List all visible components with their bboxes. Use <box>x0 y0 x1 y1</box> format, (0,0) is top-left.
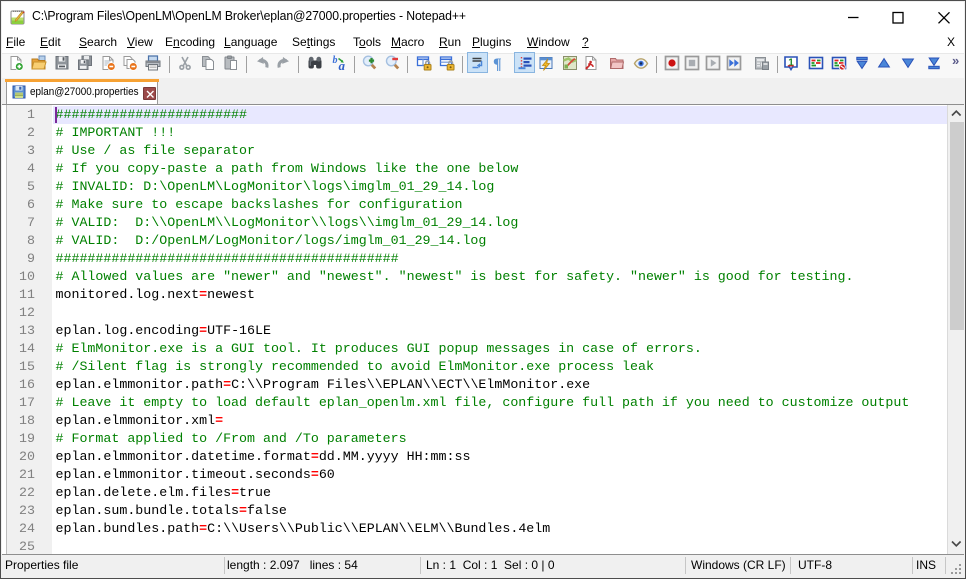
svg-text:1: 1 <box>788 58 794 69</box>
svg-text:b: b <box>332 55 337 66</box>
svg-text:¶: ¶ <box>493 56 502 71</box>
